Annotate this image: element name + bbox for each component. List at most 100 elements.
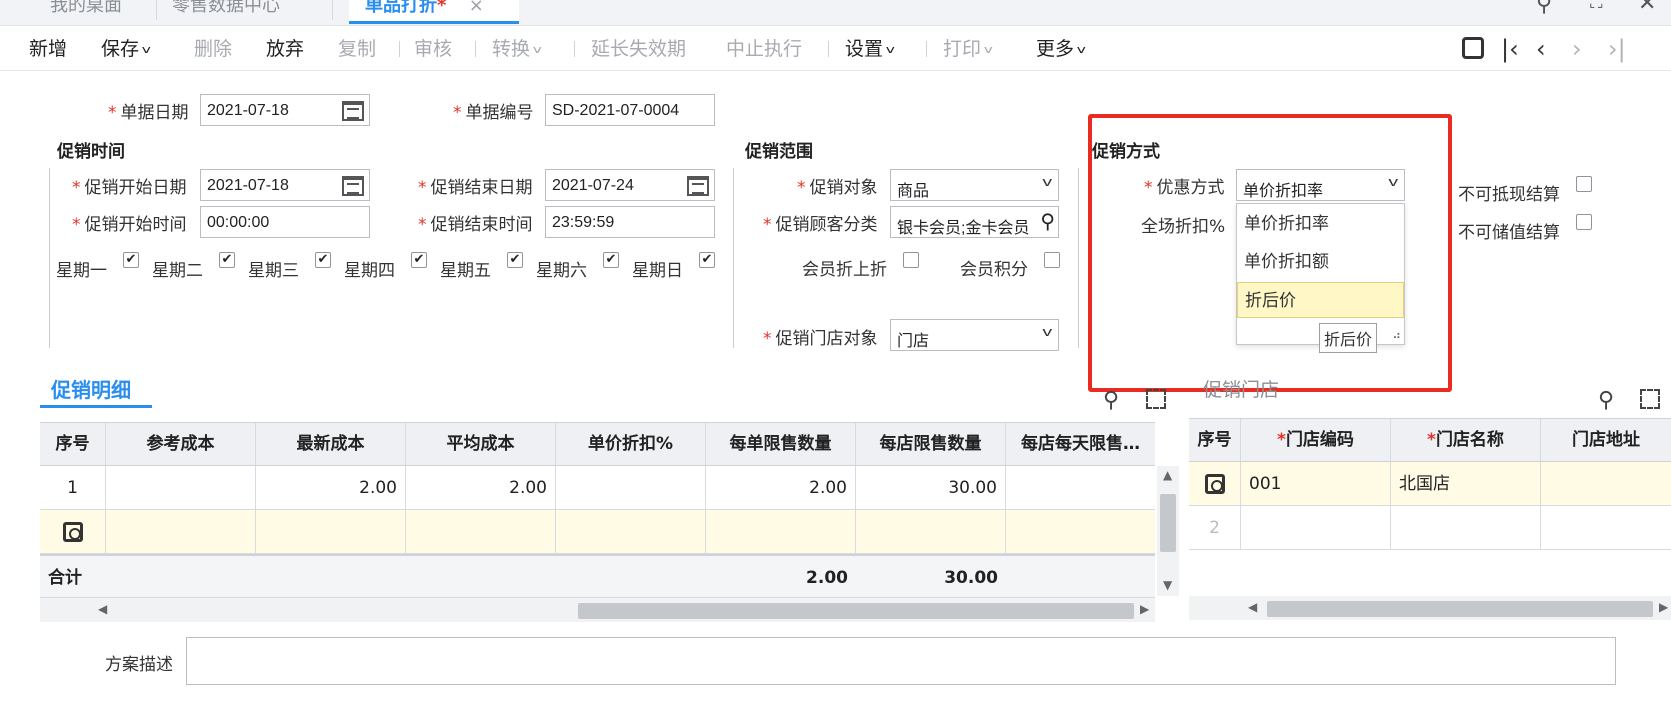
col-header[interactable]: 单价折扣% xyxy=(556,423,706,465)
last-record-icon[interactable]: ›| xyxy=(1608,35,1626,63)
tab-retail-data-center[interactable]: 零售数据中心 xyxy=(172,0,280,24)
close-window-icon[interactable]: ✕ xyxy=(1638,0,1656,16)
per-day-limit-cell[interactable] xyxy=(1006,510,1155,554)
store-name-cell[interactable]: 北国店 xyxy=(1391,462,1541,506)
store-name-cell[interactable] xyxy=(1391,506,1541,550)
col-header[interactable]: 序号 xyxy=(1189,419,1241,461)
vertical-scrollbar[interactable]: ▲ ▼ xyxy=(1157,466,1179,596)
target-select[interactable]: 商品 v xyxy=(890,169,1059,201)
member-points-checkbox[interactable] xyxy=(1044,252,1060,268)
save-button[interactable]: 保存 v xyxy=(101,27,151,71)
horizontal-scrollbar[interactable]: ◀ ▶ xyxy=(40,598,1155,622)
doc-no-field[interactable]: SD-2021-07-0004 xyxy=(545,94,715,126)
row-settings[interactable] xyxy=(40,510,106,554)
latest-cost-cell[interactable] xyxy=(256,510,406,554)
tab-single-discount[interactable]: 单品打折* × xyxy=(349,0,519,24)
ref-cost-cell[interactable] xyxy=(106,466,256,510)
copy-button[interactable]: 复制 xyxy=(338,27,376,71)
col-header[interactable]: 每店每天限售… xyxy=(1006,423,1155,465)
close-tab-icon[interactable]: × xyxy=(469,0,484,16)
table-row[interactable]: 2 xyxy=(1189,506,1671,550)
store-code-cell[interactable] xyxy=(1241,506,1391,550)
settings-button[interactable]: 设置 v xyxy=(845,27,895,71)
col-header[interactable]: 序号 xyxy=(40,423,106,465)
store-code-cell[interactable]: 001 xyxy=(1241,462,1391,506)
tab-promo-detail[interactable]: 促销明细 xyxy=(51,374,131,403)
print-button[interactable]: 打印 v xyxy=(943,27,993,71)
doc-date-field[interactable]: 2021-07-18 xyxy=(200,94,370,126)
weekday-checkbox-sun[interactable]: ✔ xyxy=(699,252,715,268)
row-settings[interactable] xyxy=(1189,462,1241,506)
member-discount-checkbox[interactable] xyxy=(903,252,919,268)
discount-cell[interactable] xyxy=(556,510,706,554)
first-record-icon[interactable]: |‹ xyxy=(1501,35,1519,63)
discount-cell[interactable] xyxy=(556,466,706,510)
fullscreen-icon[interactable]: ⛶ xyxy=(1590,0,1603,13)
calendar-icon[interactable] xyxy=(342,101,364,121)
table-row[interactable]: 1 2.00 2.00 2.00 30.00 xyxy=(40,466,1155,510)
next-record-icon[interactable]: › xyxy=(1572,35,1582,63)
delete-button[interactable]: 删除 xyxy=(194,27,232,71)
avg-cost-cell[interactable]: 2.00 xyxy=(406,466,556,510)
locate-icon[interactable]: ⚲ xyxy=(1103,388,1119,413)
scroll-left-icon[interactable]: ◀ xyxy=(1248,600,1257,614)
per-day-limit-cell[interactable] xyxy=(1006,466,1155,510)
ref-cost-cell[interactable] xyxy=(106,510,256,554)
weekday-checkbox-mon[interactable]: ✔ xyxy=(123,252,139,268)
table-row[interactable] xyxy=(40,510,1155,554)
start-date-field[interactable]: 2021-07-18 xyxy=(200,169,370,201)
horizontal-scrollbar[interactable]: ◀ ▶ xyxy=(1189,596,1671,620)
per-order-limit-cell[interactable]: 2.00 xyxy=(706,466,856,510)
search-icon[interactable]: ⚲ xyxy=(1536,0,1552,17)
per-store-limit-cell[interactable]: 30.00 xyxy=(856,466,1006,510)
settings-icon[interactable] xyxy=(1204,474,1225,494)
settings-icon[interactable] xyxy=(62,522,83,542)
scroll-thumb[interactable] xyxy=(578,603,1134,619)
store-target-select[interactable]: 门店 v xyxy=(890,319,1059,351)
col-header[interactable]: 最新成本 xyxy=(256,423,406,465)
scroll-right-icon[interactable]: ▶ xyxy=(1659,600,1668,614)
new-button[interactable]: 新增 xyxy=(29,27,67,71)
store-address-cell[interactable] xyxy=(1541,506,1671,550)
previous-record-icon[interactable]: ‹ xyxy=(1536,35,1546,63)
scroll-right-icon[interactable]: ▶ xyxy=(1140,602,1149,616)
tab-desktop[interactable]: 我的桌面 xyxy=(50,0,122,24)
no-stored-settlement-checkbox[interactable] xyxy=(1576,214,1592,230)
col-header[interactable]: 门店地址 xyxy=(1541,419,1671,461)
review-button[interactable]: 审核 xyxy=(414,27,452,71)
end-date-field[interactable]: 2021-07-24 xyxy=(545,169,715,201)
weekday-checkbox-thu[interactable]: ✔ xyxy=(411,252,427,268)
col-header[interactable]: 每店限售数量 xyxy=(856,423,1006,465)
stop-execution-button[interactable]: 中止执行 xyxy=(726,27,802,71)
latest-cost-cell[interactable]: 2.00 xyxy=(256,466,406,510)
weekday-checkbox-sat[interactable]: ✔ xyxy=(603,252,619,268)
calendar-icon[interactable] xyxy=(687,176,709,196)
scroll-left-icon[interactable]: ◀ xyxy=(98,602,107,616)
col-header[interactable]: *门店编码 xyxy=(1241,419,1391,461)
scroll-thumb[interactable] xyxy=(1267,601,1653,617)
search-icon[interactable]: ⚲ xyxy=(1040,209,1055,234)
avg-cost-cell[interactable] xyxy=(406,510,556,554)
scroll-thumb[interactable] xyxy=(1160,494,1176,552)
preview-icon[interactable] xyxy=(1462,37,1484,59)
convert-button[interactable]: 转换 v xyxy=(492,27,542,71)
weekday-checkbox-tue[interactable]: ✔ xyxy=(219,252,235,268)
weekday-checkbox-wed[interactable]: ✔ xyxy=(315,252,331,268)
scroll-up-icon[interactable]: ▲ xyxy=(1163,468,1172,482)
discard-button[interactable]: 放弃 xyxy=(266,27,304,71)
calendar-icon[interactable] xyxy=(342,176,364,196)
locate-icon[interactable]: ⚲ xyxy=(1598,388,1614,413)
per-order-limit-cell[interactable] xyxy=(706,510,856,554)
table-row[interactable]: 001 北国店 xyxy=(1189,462,1671,506)
weekday-checkbox-fri[interactable]: ✔ xyxy=(507,252,523,268)
store-address-cell[interactable] xyxy=(1541,462,1671,506)
start-time-field[interactable]: 00:00:00 xyxy=(200,206,370,238)
col-header[interactable]: 平均成本 xyxy=(406,423,556,465)
extend-expiry-button[interactable]: 延长失效期 xyxy=(591,27,686,71)
no-cash-settlement-checkbox[interactable] xyxy=(1576,176,1592,192)
end-time-field[interactable]: 23:59:59 xyxy=(545,206,715,238)
col-header[interactable]: 参考成本 xyxy=(106,423,256,465)
more-button[interactable]: 更多 v xyxy=(1036,27,1086,71)
expand-icon[interactable] xyxy=(1146,389,1166,409)
scroll-down-icon[interactable]: ▼ xyxy=(1163,578,1172,592)
